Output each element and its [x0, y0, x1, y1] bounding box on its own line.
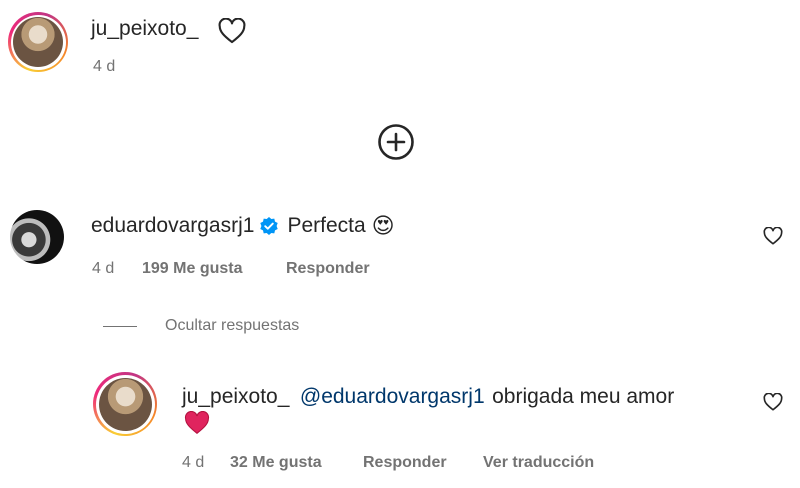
reply-author-avatar[interactable]: [93, 372, 157, 436]
comment-likes-count[interactable]: 199 Me gusta: [142, 260, 242, 278]
hide-replies-divider: [103, 326, 137, 327]
red-heart-emoji: [184, 410, 210, 435]
like-comment-heart-icon[interactable]: [763, 226, 783, 245]
post-time: 4 d: [93, 58, 116, 75]
reply-mention-link[interactable]: @eduardovargasrj1: [300, 385, 485, 408]
plus-circle-icon[interactable]: [377, 123, 415, 161]
reply-time: 4 d: [182, 454, 205, 471]
heart-outline-icon[interactable]: [218, 17, 246, 44]
hide-replies-button[interactable]: Ocultar respuestas: [165, 317, 299, 335]
reply-author-username[interactable]: ju_peixoto_: [182, 385, 289, 408]
reply-reply-button[interactable]: Responder: [363, 454, 447, 472]
commenter-username[interactable]: eduardovargasrj1: [91, 214, 254, 238]
reply-line: ju_peixoto_ @eduardovargasrj1 obrigada m…: [182, 382, 742, 414]
comment-text: Perfecta: [287, 214, 366, 237]
translate-button[interactable]: Ver traducción: [483, 454, 594, 472]
post-author-username[interactable]: ju_peixoto_: [91, 17, 198, 41]
post-author-avatar[interactable]: [8, 12, 68, 72]
commenter-avatar[interactable]: [10, 210, 64, 264]
heart-eyes-emoji: 😍: [371, 213, 395, 238]
reply-likes-count[interactable]: 32 Me gusta: [230, 454, 322, 472]
verified-badge-icon: [259, 216, 279, 236]
like-reply-heart-icon[interactable]: [763, 392, 783, 411]
comment-reply-button[interactable]: Responder: [286, 260, 370, 278]
comment-time: 4 d: [92, 260, 115, 277]
comment-line: eduardovargasrj1 Perfecta 😍: [91, 213, 395, 239]
reply-text: obrigada meu amor: [492, 385, 675, 408]
